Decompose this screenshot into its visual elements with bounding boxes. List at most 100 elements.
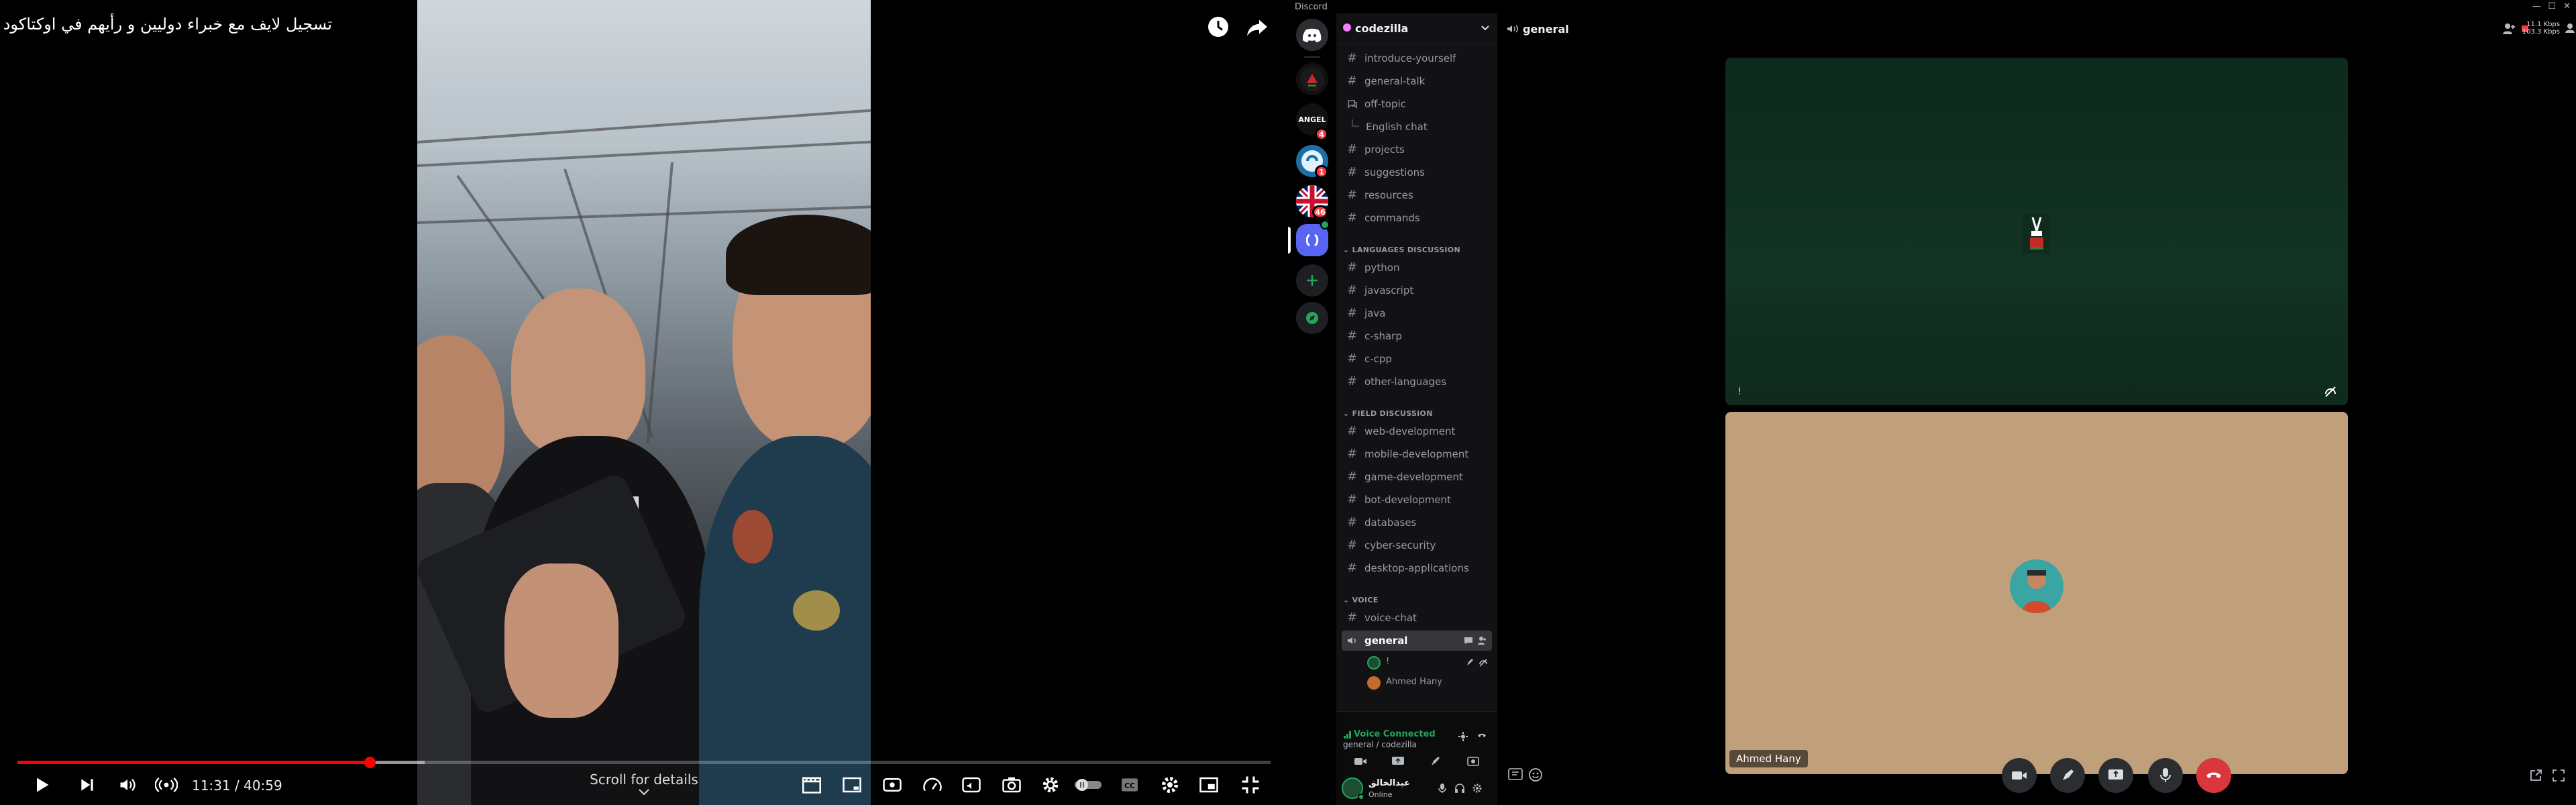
chat-panel-icon[interactable] — [1508, 767, 1523, 781]
channel-bot-development[interactable]: # bot-development — [1342, 490, 1492, 510]
guild-header[interactable]: codezilla — [1336, 13, 1497, 44]
rocket-activity-icon — [1467, 659, 1473, 665]
speed-icon[interactable] — [916, 769, 949, 801]
add-user-icon[interactable] — [2502, 23, 2516, 35]
camera-button[interactable] — [2002, 758, 2037, 793]
video-frame[interactable] — [417, 0, 871, 805]
invite-user-icon[interactable] — [1477, 636, 1487, 645]
camera-icon[interactable] — [996, 769, 1028, 801]
category-languages-discussion[interactable]: ⌄ LANGUAGES DISCUSSION — [1343, 246, 1460, 254]
play-icon[interactable] — [25, 769, 58, 801]
hash-icon: # — [1347, 260, 1358, 274]
title-bar: Discord — ☐ ✕ — [1288, 0, 2576, 13]
voice-user-name: ! — [1386, 657, 1390, 667]
channel-label: introduce-yourself — [1364, 52, 1456, 64]
volume-icon[interactable] — [111, 769, 144, 801]
gear-icon[interactable] — [1034, 769, 1067, 801]
exit-fullscreen-icon[interactable] — [1234, 769, 1267, 801]
channel-label: general-talk — [1364, 75, 1426, 87]
channel-c-sharp[interactable]: # c-sharp — [1342, 326, 1492, 346]
forum-icon — [1348, 100, 1357, 109]
channel-web-development[interactable]: # web-development — [1342, 421, 1492, 441]
maximize-button[interactable]: ☐ — [2548, 1, 2556, 11]
channel-mobile-development[interactable]: # mobile-development — [1342, 444, 1492, 464]
channel-suggestions[interactable]: # suggestions — [1342, 162, 1492, 182]
screen-share-icon[interactable] — [1391, 756, 1405, 767]
screen-share-button[interactable] — [2098, 758, 2133, 793]
video-player[interactable]: تسجيل لايف مع خبراء دوليين و رأيهم في او… — [0, 0, 1288, 805]
channel-javascript[interactable]: # javascript — [1342, 280, 1492, 301]
chevron-down-icon[interactable] — [1481, 25, 1489, 32]
scroll-for-details[interactable]: Scroll for details — [577, 771, 711, 788]
tile-corner-label: ! — [1737, 386, 1741, 397]
video-tile-user-1[interactable]: ! — [1725, 58, 2348, 405]
channel-other-languages[interactable]: # other-languages — [1342, 372, 1492, 392]
miniplayer-icon[interactable] — [1193, 769, 1225, 801]
voice-user-2[interactable]: Ahmed Hany — [1342, 674, 1492, 692]
microphone-button[interactable] — [2148, 758, 2183, 793]
hangup-button[interactable] — [2196, 758, 2231, 793]
activity-rocket-icon[interactable] — [1429, 756, 1442, 767]
channel-resources[interactable]: # resources — [1342, 185, 1492, 205]
soundboard-icon[interactable] — [1466, 756, 1480, 767]
noise-suppression-icon[interactable] — [1457, 731, 1469, 743]
channel-java[interactable]: # java — [1342, 303, 1492, 323]
channel-game-development[interactable]: # game-development — [1342, 467, 1492, 487]
clapperboard-icon[interactable] — [796, 769, 828, 801]
voice-location[interactable]: general / codezilla — [1343, 740, 1417, 749]
add-server-icon[interactable] — [1296, 264, 1328, 297]
chevron-down-icon[interactable] — [637, 788, 651, 797]
channel-label: suggestions — [1364, 166, 1425, 178]
live-broadcast-icon[interactable] — [150, 769, 182, 801]
category-field-discussion[interactable]: ⌄ FIELD DISCUSSION — [1343, 409, 1433, 418]
disconnect-phone-icon[interactable] — [1476, 731, 1488, 743]
channel-c-cpp[interactable]: # c-cpp — [1342, 349, 1492, 369]
skip-next-icon[interactable] — [71, 769, 103, 801]
member-list-icon[interactable] — [2564, 23, 2576, 34]
chat-bubble-icon[interactable] — [1464, 637, 1473, 645]
channel-introduce-yourself[interactable]: # introduce-yourself — [1342, 48, 1492, 68]
hash-icon: # — [1347, 470, 1358, 484]
pop-out-icon[interactable] — [2529, 769, 2542, 782]
fullscreen-icon[interactable] — [2552, 769, 2565, 782]
voice-channel-general[interactable]: general — [1342, 631, 1492, 651]
discord-home-icon[interactable] — [1296, 19, 1328, 51]
category-voice[interactable]: ⌄ VOICE — [1343, 596, 1379, 604]
camera-icon[interactable] — [1354, 756, 1367, 767]
channel-desktop-applications[interactable]: # desktop-applications — [1342, 558, 1492, 578]
activity-button[interactable] — [2050, 758, 2085, 793]
headphones-icon[interactable] — [1454, 783, 1465, 794]
server-1-icon[interactable] — [1296, 63, 1328, 95]
channel-projects[interactable]: # projects — [1342, 140, 1492, 160]
hash-icon: # — [1347, 142, 1358, 156]
minimize-button[interactable]: — — [2532, 1, 2541, 11]
frame-icon[interactable] — [836, 769, 868, 801]
gear-icon[interactable] — [1154, 769, 1186, 801]
video-tile-ahmed-hany[interactable]: Ahmed Hany — [1725, 412, 2348, 774]
thread-english-chat[interactable]: English chat — [1342, 117, 1492, 137]
progress-scrubber[interactable] — [364, 757, 376, 768]
clock-icon[interactable] — [1203, 12, 1233, 42]
channel-general-talk[interactable]: # general-talk — [1342, 71, 1492, 91]
channel-databases[interactable]: # databases — [1342, 513, 1492, 533]
channel-label: c-cpp — [1364, 353, 1392, 365]
channel-label: general — [1364, 635, 1408, 647]
emoji-icon[interactable] — [1528, 767, 1543, 782]
autoplay-toggle-icon[interactable] — [1072, 769, 1104, 801]
channel-voice-chat[interactable]: # voice-chat — [1342, 608, 1492, 628]
channel-python[interactable]: # python — [1342, 258, 1492, 278]
cc-icon[interactable]: CC — [1114, 769, 1146, 801]
close-button[interactable]: ✕ — [2563, 1, 2571, 11]
microphone-icon[interactable] — [1437, 783, 1448, 794]
stable-volume-icon[interactable] — [955, 769, 987, 801]
gear-icon[interactable] — [1472, 783, 1483, 794]
channel-off-topic[interactable]: off-topic — [1342, 94, 1492, 114]
explore-compass-icon[interactable] — [1296, 302, 1328, 334]
hash-icon: # — [1347, 188, 1358, 202]
channel-commands[interactable]: # commands — [1342, 208, 1492, 228]
ambient-icon[interactable] — [876, 769, 908, 801]
voice-user-1[interactable]: ! — [1342, 653, 1492, 672]
share-arrow-icon[interactable] — [1242, 12, 1272, 42]
progress-bar[interactable] — [17, 757, 1271, 768]
channel-cyber-security[interactable]: # cyber-security — [1342, 535, 1492, 555]
